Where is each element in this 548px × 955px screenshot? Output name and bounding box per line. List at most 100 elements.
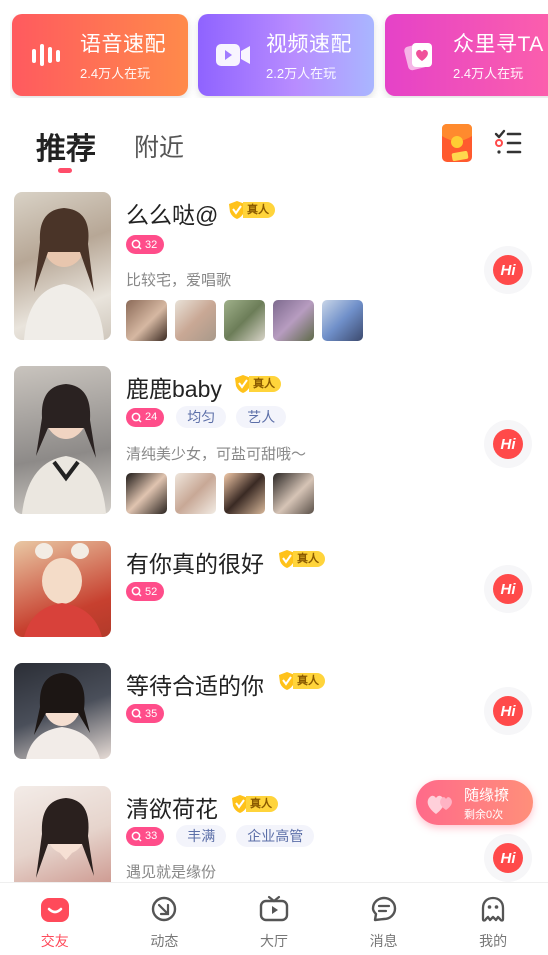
user-name: 鹿鹿baby bbox=[126, 376, 222, 402]
nav-friends[interactable]: 交友 bbox=[0, 883, 110, 955]
user-list-item[interactable]: 么么哒@ 真人 32 比较宅，爱唱歌 Hi bbox=[0, 192, 548, 342]
user-avatar[interactable] bbox=[14, 366, 111, 514]
user-bio: 比较宅，爱唱歌 bbox=[126, 272, 232, 289]
user-list-item[interactable]: 等待合适的你 真人 35 Hi bbox=[0, 663, 548, 761]
photo-thumbnail[interactable] bbox=[273, 473, 314, 514]
user-chips: 35 bbox=[126, 704, 176, 723]
photo-thumbnail[interactable] bbox=[126, 300, 167, 341]
message-icon bbox=[369, 894, 399, 924]
video-match-card[interactable]: 视频速配 2.2万人在玩 bbox=[198, 14, 374, 96]
photo-thumbnails bbox=[126, 300, 371, 341]
filter-list-icon[interactable] bbox=[494, 128, 522, 156]
random-match-title: 随缘撩 bbox=[464, 786, 510, 804]
hi-label: Hi bbox=[493, 255, 523, 285]
verified-label: 真人 bbox=[293, 673, 325, 689]
photo-thumbnail[interactable] bbox=[273, 300, 314, 341]
photo-thumbnail[interactable] bbox=[224, 300, 265, 341]
card-subtitle: 2.2万人在玩 bbox=[266, 66, 337, 81]
verified-label: 真人 bbox=[246, 796, 278, 812]
user-name: 有你真的很好 bbox=[126, 551, 264, 577]
user-list: 么么哒@ 真人 32 比较宅，爱唱歌 Hi 鹿鹿baby 真人 24 均匀 艺人… bbox=[0, 190, 548, 882]
verified-badge: 真人 bbox=[233, 374, 281, 394]
user-bio: 遇见就是缘份 bbox=[126, 864, 217, 881]
verified-badge: 真人 bbox=[230, 794, 278, 814]
video-camera-icon bbox=[210, 32, 256, 78]
hearts-icon bbox=[427, 795, 452, 814]
hi-label: Hi bbox=[493, 429, 523, 459]
nav-label: 大厅 bbox=[259, 933, 288, 949]
red-packet-icon[interactable] bbox=[440, 122, 474, 164]
random-match-button[interactable]: 随缘撩 剩余0次 bbox=[416, 780, 533, 825]
sound-wave-icon bbox=[24, 32, 70, 78]
tab-indicator bbox=[58, 168, 72, 173]
say-hi-button[interactable]: Hi bbox=[484, 687, 532, 735]
say-hi-button[interactable]: Hi bbox=[484, 834, 532, 882]
message-count-badge: 32 bbox=[126, 235, 165, 254]
bottom-nav: 交友 动态 大厅 消息 我的 bbox=[0, 882, 548, 955]
verified-label: 真人 bbox=[249, 376, 281, 392]
say-hi-button[interactable]: Hi bbox=[484, 565, 532, 613]
verified-badge: 真人 bbox=[227, 200, 275, 220]
say-hi-button[interactable]: Hi bbox=[484, 420, 532, 468]
card-title: 语音速配 bbox=[80, 33, 166, 56]
message-count-badge: 24 bbox=[126, 407, 165, 427]
find-ta-card[interactable]: 众里寻TA 2.4万人在玩 bbox=[385, 14, 548, 96]
user-name: 么么哒@ bbox=[126, 202, 219, 228]
user-chips: 33 丰满 企业高管 bbox=[126, 825, 324, 847]
say-hi-button[interactable]: Hi bbox=[484, 246, 532, 294]
nav-moments[interactable]: 动态 bbox=[110, 883, 220, 955]
user-bio: 清纯美少女，可盐可甜哦～ bbox=[126, 446, 307, 463]
search-icon bbox=[131, 239, 142, 250]
moments-icon bbox=[149, 894, 179, 924]
count-value: 32 bbox=[145, 238, 158, 251]
nav-label: 交友 bbox=[40, 933, 69, 949]
feature-cards: 语音速配 2.4万人在玩 视频速配 2.2万人在玩 众里寻TA 2.4万人在玩 bbox=[10, 14, 548, 98]
message-count-badge: 33 bbox=[126, 826, 165, 846]
nav-label: 动态 bbox=[150, 933, 179, 949]
photo-thumbnail[interactable] bbox=[175, 300, 216, 341]
verified-badge: 真人 bbox=[277, 549, 325, 569]
user-avatar[interactable] bbox=[14, 786, 111, 882]
hi-label: Hi bbox=[493, 574, 523, 604]
tab-nearby[interactable]: 附近 bbox=[134, 128, 184, 164]
tab-bar: 推荐 附近 bbox=[36, 118, 522, 178]
card-title: 视频速配 bbox=[266, 33, 352, 56]
photo-thumbnail[interactable] bbox=[224, 473, 265, 514]
nav-hall[interactable]: 大厅 bbox=[219, 883, 329, 955]
search-icon bbox=[131, 586, 142, 597]
user-list-item[interactable]: 鹿鹿baby 真人 24 均匀 艺人 清纯美少女，可盐可甜哦～ Hi bbox=[0, 366, 548, 516]
hi-label: Hi bbox=[493, 696, 523, 726]
verified-badge: 真人 bbox=[277, 671, 325, 691]
photo-thumbnails bbox=[126, 473, 322, 514]
user-avatar[interactable] bbox=[14, 663, 111, 759]
user-avatar[interactable] bbox=[14, 192, 111, 340]
count-value: 52 bbox=[145, 585, 158, 598]
user-tag: 丰满 bbox=[176, 825, 227, 847]
search-icon bbox=[131, 831, 142, 842]
heart-cards-icon bbox=[397, 32, 443, 78]
photo-thumbnail[interactable] bbox=[126, 473, 167, 514]
nav-messages[interactable]: 消息 bbox=[329, 883, 439, 955]
verified-label: 真人 bbox=[293, 551, 325, 567]
hi-label: Hi bbox=[493, 843, 523, 873]
search-icon bbox=[131, 412, 142, 423]
photo-thumbnail[interactable] bbox=[322, 300, 363, 341]
photo-thumbnail[interactable] bbox=[175, 473, 216, 514]
user-chips: 24 均匀 艺人 bbox=[126, 406, 296, 428]
message-count-badge: 52 bbox=[126, 582, 165, 601]
random-match-remaining: 剩余0次 bbox=[464, 808, 504, 821]
verified-label: 真人 bbox=[243, 202, 275, 218]
tab-recommended[interactable]: 推荐 bbox=[36, 124, 96, 168]
search-icon bbox=[131, 708, 142, 719]
user-tag: 企业高管 bbox=[236, 825, 315, 847]
user-chips: 32 bbox=[126, 235, 176, 254]
user-list-item[interactable]: 有你真的很好 真人 52 Hi bbox=[0, 541, 548, 639]
card-title: 众里寻TA bbox=[453, 33, 544, 56]
voice-match-card[interactable]: 语音速配 2.4万人在玩 bbox=[12, 14, 188, 96]
user-chips: 52 bbox=[126, 582, 176, 601]
user-avatar[interactable] bbox=[14, 541, 111, 637]
card-subtitle: 2.4万人在玩 bbox=[453, 66, 524, 81]
friends-icon bbox=[40, 894, 70, 924]
card-subtitle: 2.4万人在玩 bbox=[80, 66, 151, 81]
nav-profile[interactable]: 我的 bbox=[438, 883, 548, 955]
